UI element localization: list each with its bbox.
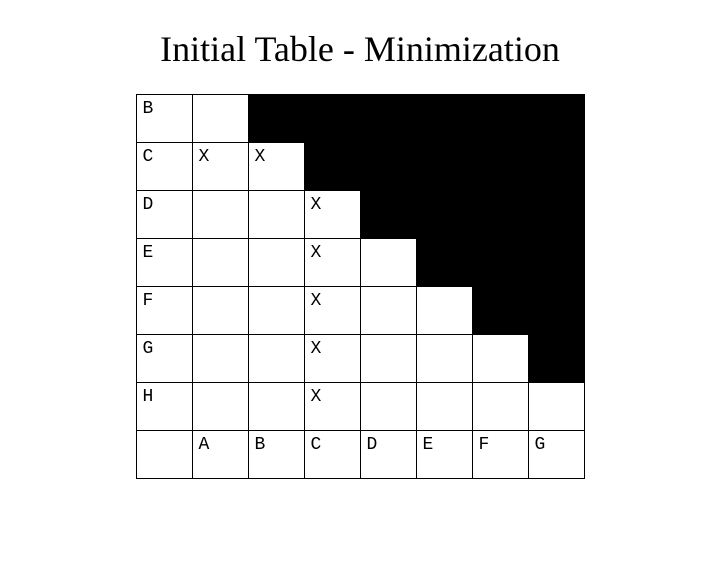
col-label-D: D [360,431,416,479]
table-row: D X [136,191,584,239]
cell-blocked [528,335,584,383]
cell-C-A: X [192,143,248,191]
cell-C-B: X [248,143,304,191]
table-row: H X [136,383,584,431]
col-label-G: G [528,431,584,479]
table-row: C X X [136,143,584,191]
cell-blocked [472,95,528,143]
cell-blocked [472,191,528,239]
cell-G-F [472,335,528,383]
cell-blocked [360,143,416,191]
cell-B-A [192,95,248,143]
table-row: F X [136,287,584,335]
cell-H-C: X [304,383,360,431]
cell-blocked [304,143,360,191]
cell-blocked [472,239,528,287]
cell-H-A [192,383,248,431]
cell-E-D [360,239,416,287]
cell-blocked [304,95,360,143]
row-label-D: D [136,191,192,239]
cell-blocked [360,95,416,143]
col-label-A: A [192,431,248,479]
col-label-F: F [472,431,528,479]
cell-blocked [416,143,472,191]
cell-H-F [472,383,528,431]
page-title: Initial Table - Minimization [0,28,720,70]
cell-H-E [416,383,472,431]
cell-F-A [192,287,248,335]
cell-blocked [528,239,584,287]
cell-H-B [248,383,304,431]
cell-D-A [192,191,248,239]
cell-D-B [248,191,304,239]
col-label-B: B [248,431,304,479]
row-label-C: C [136,143,192,191]
cell-G-E [416,335,472,383]
cell-blocked [528,287,584,335]
cell-G-B [248,335,304,383]
cell-blocked [472,287,528,335]
row-label-F: F [136,287,192,335]
cell-E-C: X [304,239,360,287]
col-label-E: E [416,431,472,479]
cell-blocked [472,143,528,191]
table-row: G X [136,335,584,383]
cell-F-D [360,287,416,335]
row-label-E: E [136,239,192,287]
row-label-G: G [136,335,192,383]
cell-D-C: X [304,191,360,239]
table-row: B [136,95,584,143]
cell-blocked [528,143,584,191]
table-row: A B C D E F G [136,431,584,479]
cell-blocked [416,239,472,287]
row-label-H: H [136,383,192,431]
row-label-B: B [136,95,192,143]
cell-F-C: X [304,287,360,335]
cell-blocked [248,95,304,143]
table-row: E X [136,239,584,287]
cell-F-B [248,287,304,335]
cell-blocked [528,191,584,239]
cell-blocked [416,95,472,143]
cell-blocked [416,191,472,239]
cell-E-B [248,239,304,287]
cell-G-C: X [304,335,360,383]
cell-G-D [360,335,416,383]
cell-E-A [192,239,248,287]
cell-G-A [192,335,248,383]
cell-H-G [528,383,584,431]
cell-blocked [528,95,584,143]
cell-F-E [416,287,472,335]
cell-H-D [360,383,416,431]
row-label-empty [136,431,192,479]
cell-blocked [360,191,416,239]
col-label-C: C [304,431,360,479]
minimization-table: B C X X D X E X [136,94,585,479]
